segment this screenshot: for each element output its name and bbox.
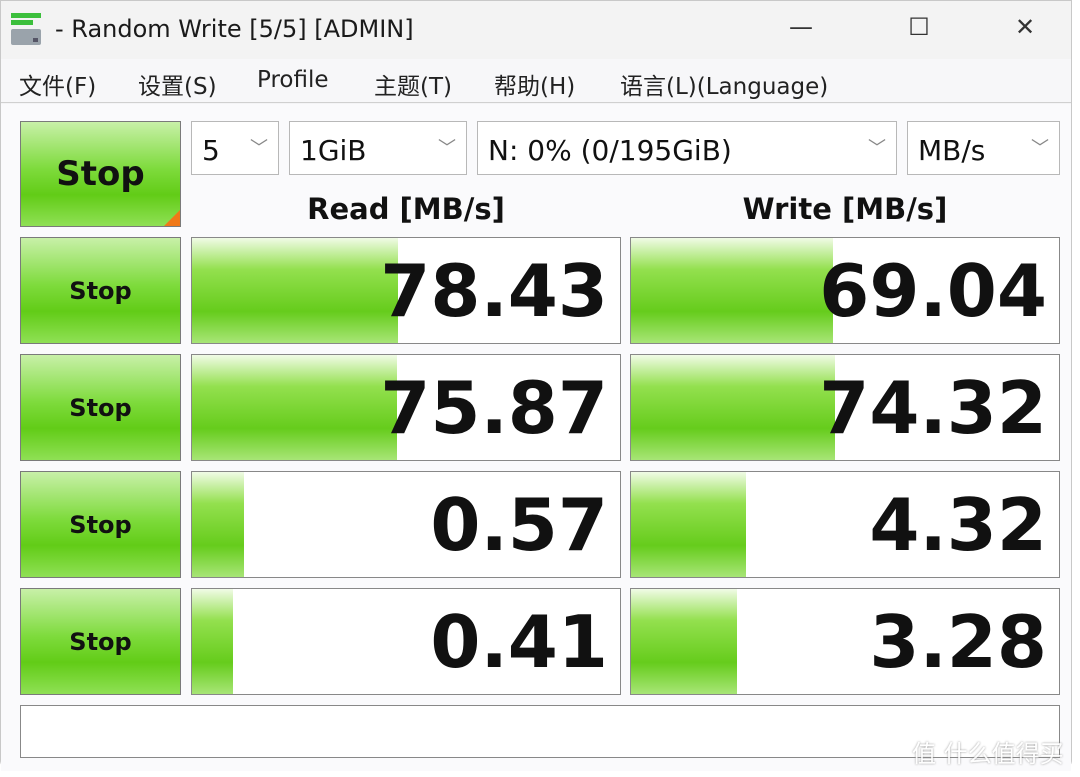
stop-all-label: Stop <box>56 154 145 194</box>
drive-select[interactable]: N: 0% (0/195GiB) ﹀ <box>477 121 897 175</box>
write-result: 3.28 <box>630 588 1060 695</box>
stop-all-button[interactable]: Stop <box>20 121 181 227</box>
read-header: Read [MB/s] <box>307 192 505 226</box>
write-value: 4.32 <box>869 483 1047 567</box>
write-bar <box>631 238 833 343</box>
close-button[interactable]: ✕ <box>1005 13 1045 41</box>
watermark: 值 什么值得买 <box>912 740 1064 768</box>
read-value: 0.57 <box>430 483 608 567</box>
size-select[interactable]: 1GiB ﹀ <box>289 121 467 175</box>
menu-language[interactable]: 语言(L)(Language) <box>620 67 828 101</box>
read-result: 0.41 <box>191 588 621 695</box>
menu-file[interactable]: 文件(F) <box>19 67 96 101</box>
stop-button[interactable]: Stop <box>20 471 181 578</box>
write-result: 4.32 <box>630 471 1060 578</box>
drive-value: N: 0% (0/195GiB) <box>488 134 732 167</box>
write-bar <box>631 472 747 577</box>
write-result: 74.32 <box>630 354 1060 461</box>
write-value: 3.28 <box>869 600 1047 684</box>
chevron-down-icon: ﹀ <box>868 138 886 159</box>
stop-label: Stop <box>69 627 132 656</box>
unit-value: MB/s <box>918 134 986 167</box>
maximize-button[interactable]: ☐ <box>899 13 939 41</box>
write-bar <box>631 589 738 694</box>
chevron-down-icon: ﹀ <box>250 138 268 159</box>
read-bar <box>192 355 397 460</box>
app-icon <box>11 13 41 45</box>
stop-label: Stop <box>69 510 132 539</box>
read-value: 78.43 <box>380 249 608 333</box>
read-result: 78.43 <box>191 237 621 344</box>
read-value: 0.41 <box>430 600 608 684</box>
chevron-down-icon: ﹀ <box>1031 138 1049 159</box>
menu-bar: 文件(F) 设置(S) Profile 主题(T) 帮助(H) 语言(L)(La… <box>1 59 1071 103</box>
menu-help[interactable]: 帮助(H) <box>494 67 575 101</box>
minimize-button[interactable]: — <box>781 13 821 41</box>
menu-theme[interactable]: 主题(T) <box>374 67 452 101</box>
count-value: 5 <box>202 134 220 167</box>
write-bar <box>631 355 835 460</box>
read-bar <box>192 589 234 694</box>
count-select[interactable]: 5 ﹀ <box>191 121 279 175</box>
menu-settings[interactable]: 设置(S) <box>138 67 217 101</box>
read-bar <box>192 238 398 343</box>
size-value: 1GiB <box>300 134 367 167</box>
stop-button[interactable]: Stop <box>20 354 181 461</box>
stop-label: Stop <box>69 393 132 422</box>
read-value: 75.87 <box>380 366 608 450</box>
stop-button[interactable]: Stop <box>20 237 181 344</box>
title-bar: - Random Write [5/5] [ADMIN] — ☐ ✕ <box>1 1 1071 59</box>
write-value: 74.32 <box>819 366 1047 450</box>
menu-profile[interactable]: Profile <box>257 67 329 93</box>
write-value: 69.04 <box>819 249 1047 333</box>
stop-label: Stop <box>69 276 132 305</box>
window-title: - Random Write [5/5] [ADMIN] <box>55 15 414 43</box>
read-result: 75.87 <box>191 354 621 461</box>
write-header: Write [MB/s] <box>742 192 948 226</box>
unit-select[interactable]: MB/s ﹀ <box>907 121 1060 175</box>
stop-button[interactable]: Stop <box>20 588 181 695</box>
write-result: 69.04 <box>630 237 1060 344</box>
read-bar <box>192 472 244 577</box>
corner-indicator <box>164 210 180 226</box>
read-result: 0.57 <box>191 471 621 578</box>
chevron-down-icon: ﹀ <box>438 138 456 159</box>
message-box <box>20 705 1060 758</box>
